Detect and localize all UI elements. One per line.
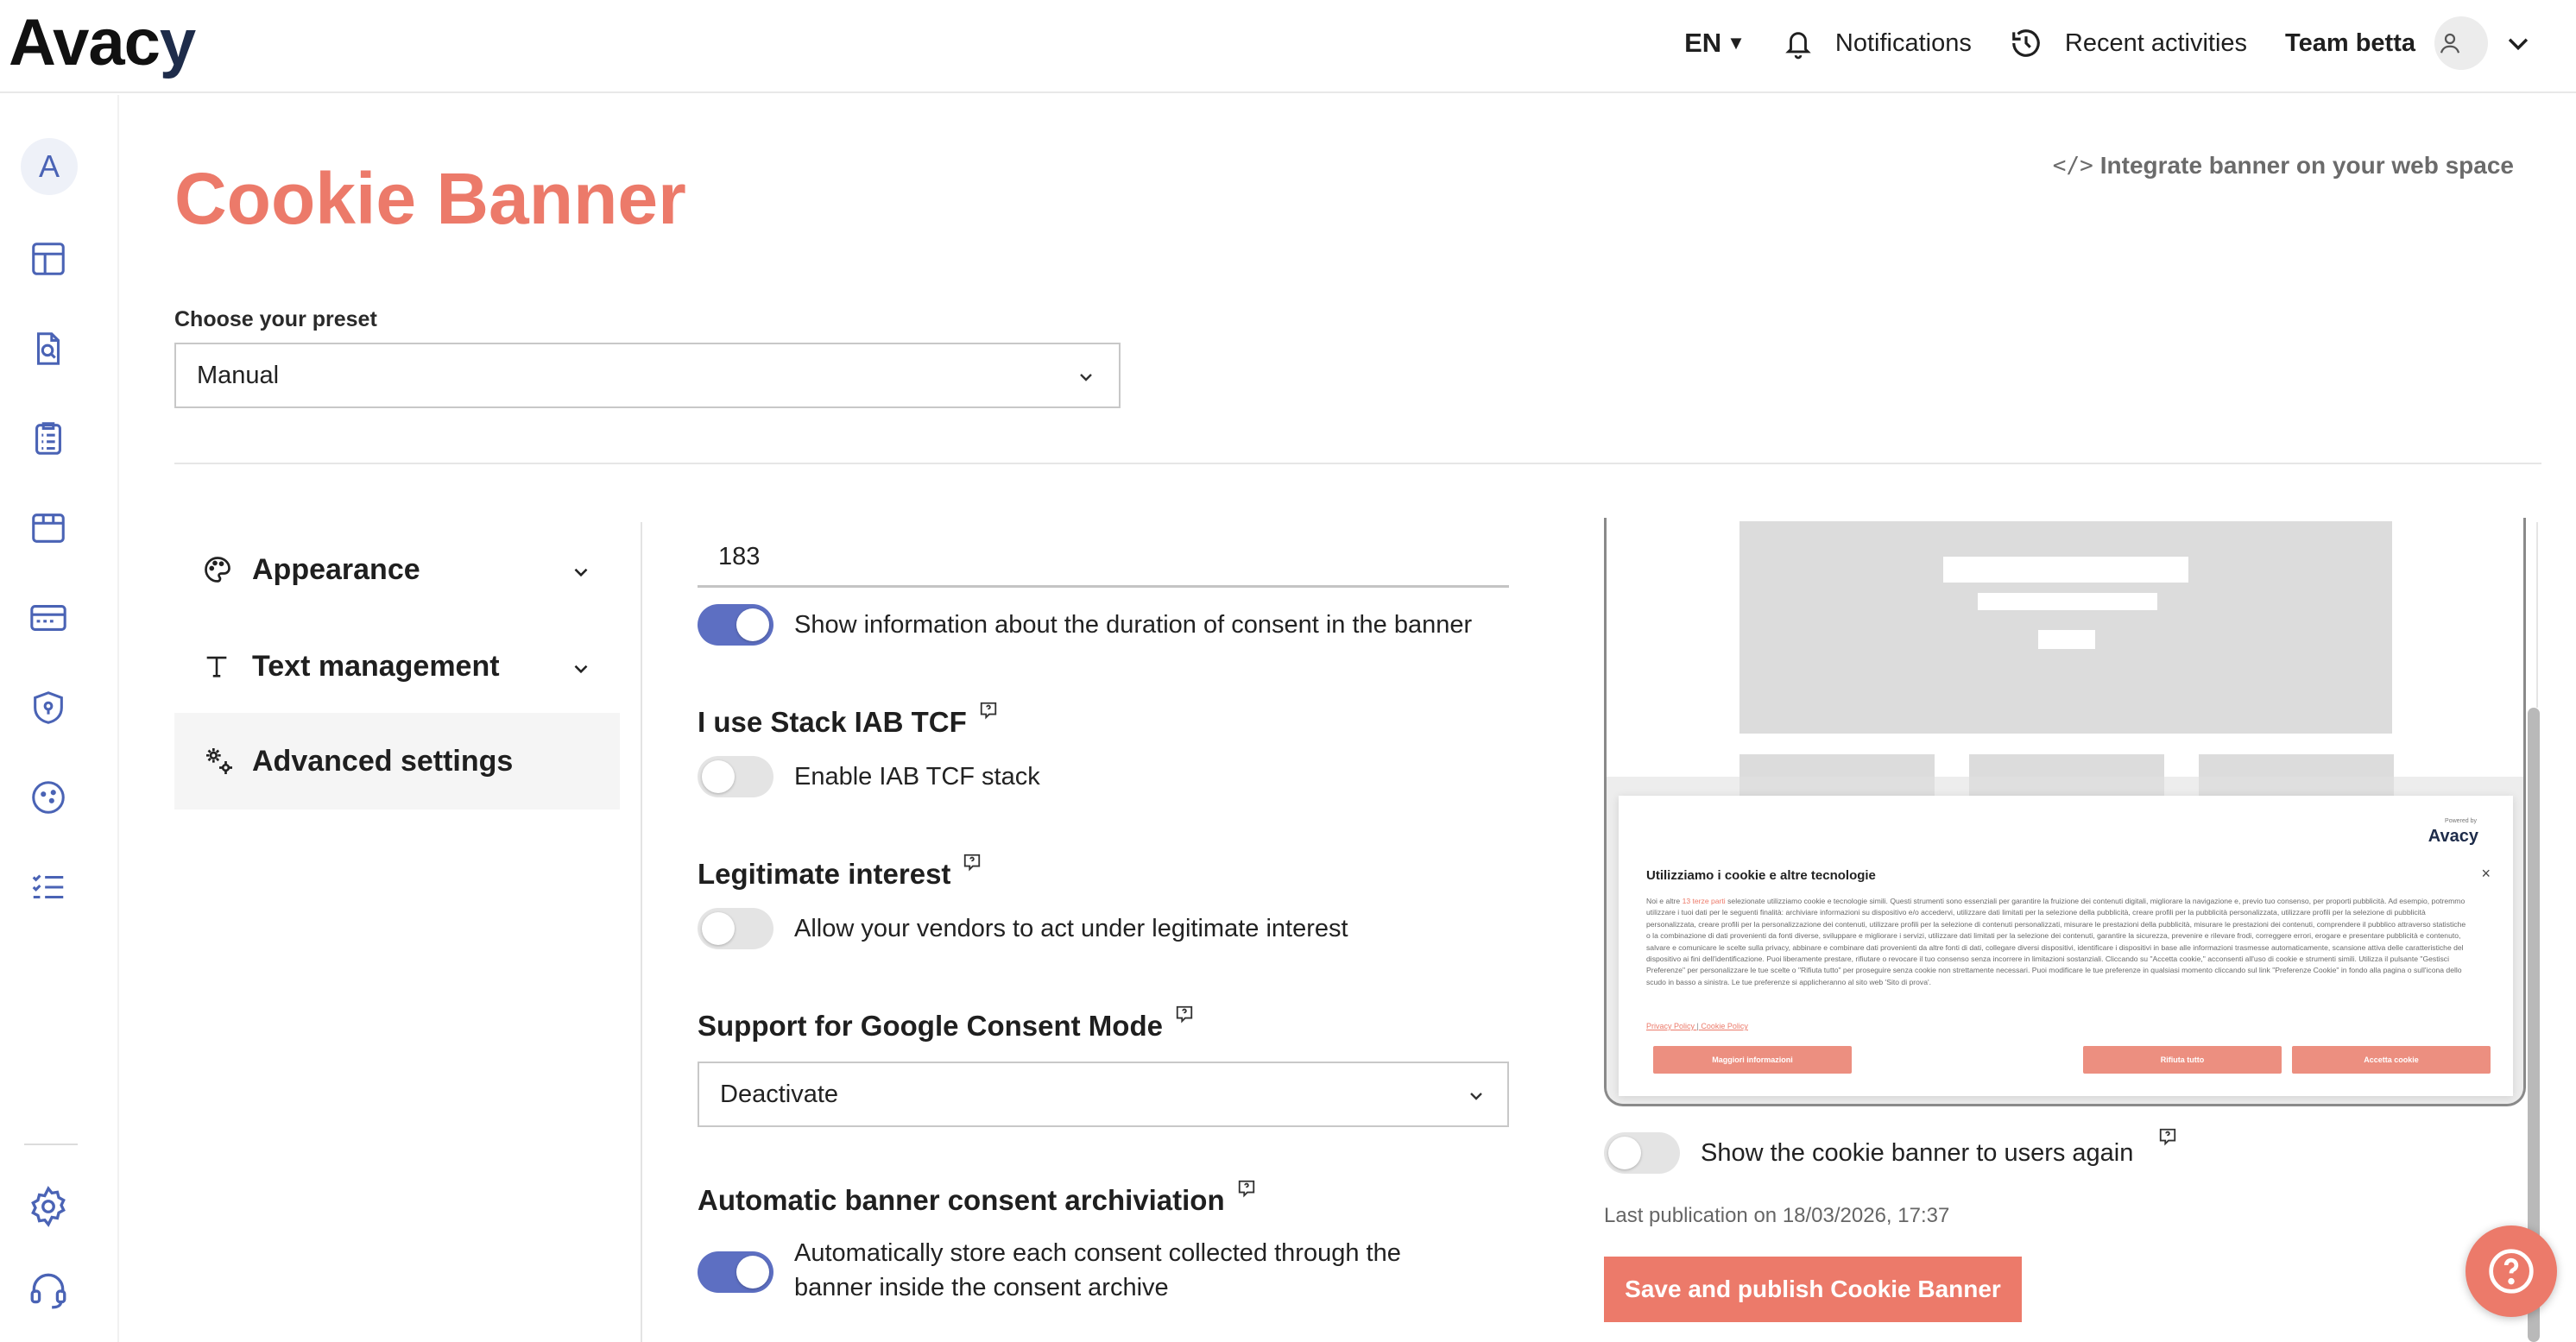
sidebar: A bbox=[0, 95, 119, 1342]
scrollbar-track bbox=[2536, 522, 2538, 708]
google-consent-mode-select[interactable]: Deactivate bbox=[698, 1062, 1509, 1127]
menu-item-appearance[interactable]: Appearance bbox=[174, 521, 620, 618]
menu-label-text-management: Text management bbox=[252, 649, 500, 683]
integrate-banner-link[interactable]: </> Integrate banner on your web space bbox=[2053, 152, 2514, 180]
gears-icon bbox=[202, 744, 237, 778]
box-icon[interactable] bbox=[24, 504, 73, 552]
chevron-down-icon bbox=[574, 568, 588, 577]
recent-activities-label: Recent activities bbox=[2064, 28, 2248, 57]
menu-label-appearance: Appearance bbox=[252, 552, 420, 586]
cookie-banner-icon[interactable] bbox=[24, 594, 73, 642]
menu-item-text-management[interactable]: Text management bbox=[174, 618, 620, 715]
preset-select[interactable]: Manual bbox=[174, 343, 1121, 408]
chevron-down-icon[interactable] bbox=[2503, 28, 2533, 58]
archive-section-title: Automatic banner consent archiviation bbox=[698, 1180, 1256, 1217]
gcm-section-title: Support for Google Consent Mode bbox=[698, 1005, 1194, 1043]
page-title: Cookie Banner bbox=[174, 158, 686, 239]
iab-section-title: I use Stack IAB TCF bbox=[698, 702, 998, 739]
help-fab-button[interactable] bbox=[2466, 1225, 2557, 1317]
notifications-link[interactable]: Notifications bbox=[1784, 27, 1972, 60]
dashboard-icon[interactable] bbox=[24, 235, 73, 283]
save-publish-button[interactable]: Save and publish Cookie Banner bbox=[1604, 1257, 2022, 1322]
history-icon bbox=[2012, 29, 2040, 57]
legit-interest-label: Allow your vendors to act under legitima… bbox=[794, 915, 1348, 942]
palette-icon bbox=[202, 554, 237, 585]
iab-tcf-label: Enable IAB TCF stack bbox=[794, 763, 1040, 791]
last-publication-text: Last publication on 18/03/2026, 17:37 bbox=[1604, 1204, 1950, 1227]
clipboard-list-icon[interactable] bbox=[24, 414, 73, 463]
preview-accept-button: Accetta cookie bbox=[2292, 1046, 2491, 1074]
duration-info-toggle[interactable] bbox=[698, 604, 773, 646]
question-icon bbox=[2489, 1249, 2534, 1294]
code-icon: </> bbox=[2052, 153, 2093, 179]
preview-powered-by: Powered by bbox=[2445, 818, 2477, 824]
help-tooltip-icon[interactable] bbox=[2158, 1127, 2177, 1146]
banner-preview: Powered by Avacy Utilizziamo i cookie e … bbox=[1604, 518, 2526, 1106]
shield-icon[interactable] bbox=[24, 684, 73, 732]
cookie-icon[interactable] bbox=[24, 773, 73, 822]
preview-placeholder-line bbox=[1978, 593, 2157, 610]
iab-tcf-toggle[interactable] bbox=[698, 756, 773, 797]
archive-label: Automatically store each consent collect… bbox=[794, 1239, 1401, 1301]
top-nav: EN ▼ Notifications Recent activities Team… bbox=[1646, 0, 2555, 86]
preview-banner-text: Noi e altre 13 terze parti selezionate u… bbox=[1646, 897, 2466, 986]
preview-brand-logo: Avacy bbox=[2428, 827, 2478, 846]
preview-hero-placeholder bbox=[1739, 521, 2392, 734]
help-tooltip-icon[interactable] bbox=[1237, 1179, 1256, 1198]
document-search-icon[interactable] bbox=[24, 324, 73, 373]
archive-toggle[interactable] bbox=[698, 1251, 773, 1293]
close-icon: × bbox=[2481, 865, 2491, 882]
text-icon bbox=[202, 652, 237, 681]
divider bbox=[174, 463, 2541, 464]
support-headset-icon[interactable] bbox=[24, 1265, 73, 1314]
notifications-label: Notifications bbox=[1834, 28, 1972, 57]
preset-value: Manual bbox=[197, 361, 280, 389]
help-tooltip-icon[interactable] bbox=[963, 853, 982, 872]
bell-icon bbox=[1785, 32, 1811, 60]
settings-icon[interactable] bbox=[24, 1182, 73, 1231]
consent-duration-input[interactable]: 183 bbox=[698, 522, 1509, 588]
toggle-knob bbox=[702, 912, 735, 945]
column-separator bbox=[641, 522, 642, 1342]
chevron-down-icon bbox=[574, 665, 588, 674]
menu-item-advanced-settings[interactable]: Advanced settings bbox=[174, 713, 620, 810]
menu-label-advanced-settings: Advanced settings bbox=[252, 744, 514, 778]
preview-more-info-button: Maggiori informazioni bbox=[1653, 1046, 1852, 1074]
team-label: Team betta bbox=[2285, 28, 2415, 57]
help-tooltip-icon[interactable] bbox=[979, 701, 998, 720]
integrate-banner-label: Integrate banner on your web space bbox=[2099, 152, 2514, 179]
chevron-down-icon bbox=[1080, 374, 1092, 381]
gcm-value: Deactivate bbox=[720, 1080, 839, 1108]
user-avatar[interactable] bbox=[2434, 16, 2488, 70]
legit-section-title: Legitimate interest bbox=[698, 854, 982, 891]
toggle-knob bbox=[702, 760, 735, 793]
language-selector[interactable]: EN ▼ bbox=[1684, 28, 1746, 59]
legit-interest-toggle[interactable] bbox=[698, 908, 773, 949]
checklist-icon[interactable] bbox=[24, 863, 73, 911]
help-tooltip-icon[interactable] bbox=[1175, 1005, 1194, 1024]
preview-placeholder-line bbox=[1943, 557, 2188, 583]
top-bar: Avacy EN ▼ Notifications Recent activitie… bbox=[0, 0, 2576, 93]
caret-down-icon: ▼ bbox=[1727, 32, 1746, 54]
account-avatar[interactable]: A bbox=[21, 138, 78, 195]
toggle-knob bbox=[736, 608, 769, 641]
avacy-logo[interactable]: Avacy bbox=[9, 9, 196, 78]
preview-reject-button: Rifiuta tutto bbox=[2083, 1046, 2282, 1074]
show-again-toggle[interactable] bbox=[1604, 1132, 1680, 1174]
preview-policy-links: Privacy Policy | Cookie Policy bbox=[1646, 1022, 1748, 1030]
chevron-down-icon bbox=[1470, 1093, 1482, 1100]
toggle-knob bbox=[1608, 1137, 1641, 1169]
toggle-knob bbox=[736, 1256, 769, 1288]
duration-info-label: Show information about the duration of c… bbox=[794, 611, 1473, 639]
preset-label: Choose your preset bbox=[174, 307, 377, 331]
preview-banner-title: Utilizziamo i cookie e altre tecnologie bbox=[1646, 868, 1876, 883]
show-again-label: Show the cookie banner to users again bbox=[1701, 1139, 2134, 1167]
sidebar-divider bbox=[24, 1144, 78, 1145]
user-icon bbox=[2440, 33, 2460, 54]
recent-activities-link[interactable]: Recent activities bbox=[2010, 27, 2247, 60]
preview-placeholder-line bbox=[2038, 630, 2095, 649]
preview-cookie-banner: Powered by Avacy Utilizziamo i cookie e … bbox=[1619, 796, 2513, 1096]
team-selector[interactable]: Team betta bbox=[2285, 16, 2555, 70]
